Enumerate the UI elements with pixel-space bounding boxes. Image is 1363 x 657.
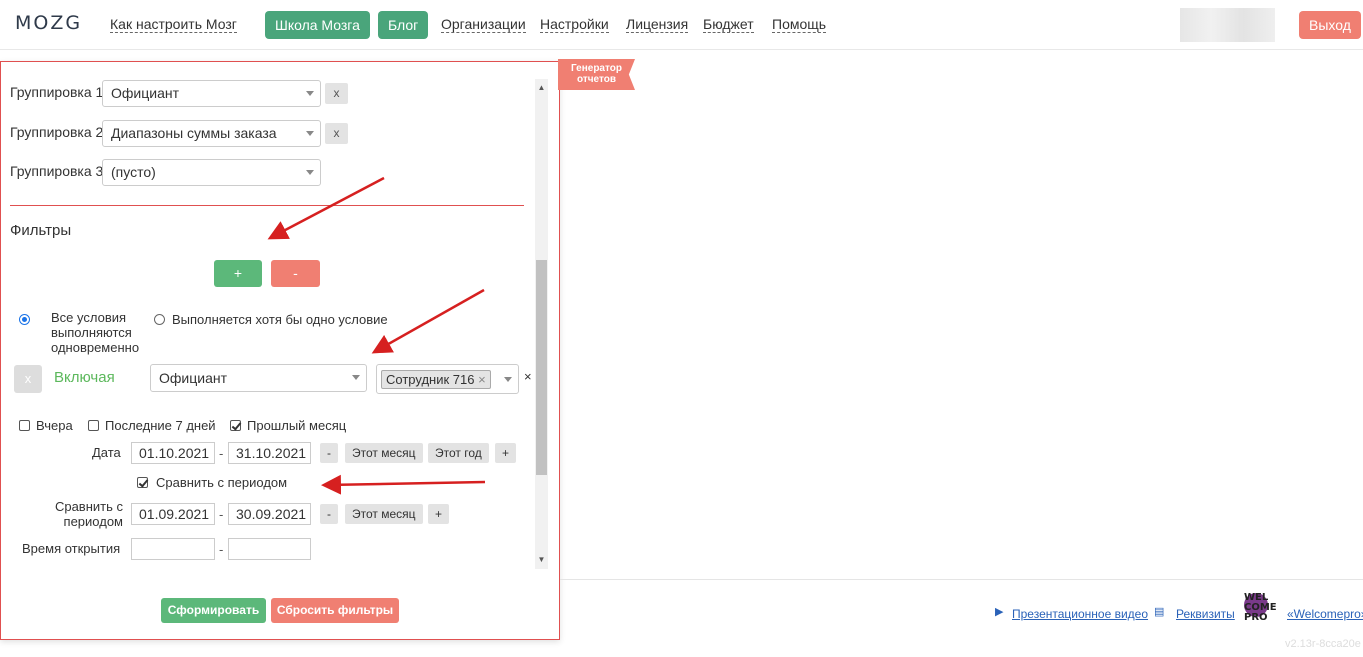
- chevron-down-icon: [352, 375, 360, 380]
- scroll-up-icon[interactable]: ▲: [535, 81, 548, 95]
- yesterday-checkbox[interactable]: [19, 420, 30, 431]
- open-time-separator: -: [219, 542, 224, 557]
- add-filter-button[interactable]: +: [214, 260, 262, 287]
- chevron-down-icon: [306, 131, 314, 136]
- report-generator-ribbon[interactable]: Генератор отчетов: [558, 59, 635, 90]
- filters-title: Фильтры: [10, 222, 72, 239]
- nav-how-to[interactable]: Как настроить Мозг: [110, 17, 237, 33]
- panel-scrollbar-thumb[interactable]: [536, 260, 547, 475]
- youtube-icon[interactable]: ▶: [995, 605, 1003, 618]
- footer-divider: [560, 579, 1363, 580]
- panel-scroll-area[interactable]: Группировка 1 Официант x Группировка 2 Д…: [1, 62, 549, 569]
- welcomepro-logo[interactable]: WEL COME PRO: [1244, 593, 1278, 635]
- reset-filters-button[interactable]: Сбросить фильтры: [271, 598, 399, 623]
- compare-this-month-button[interactable]: Этот месяц: [345, 504, 423, 524]
- chevron-down-icon: [504, 377, 512, 382]
- value-tag-label: Сотрудник 716: [386, 372, 475, 387]
- id-card-icon[interactable]: ▤: [1154, 605, 1164, 618]
- date-minus-button[interactable]: -: [320, 443, 338, 463]
- yesterday-label: Вчера: [36, 418, 73, 433]
- section-divider: [10, 205, 524, 206]
- grouping-3-label: Группировка 3: [10, 163, 104, 179]
- grouping-1-label: Группировка 1: [10, 84, 104, 100]
- grouping-1-remove-button[interactable]: x: [325, 83, 348, 104]
- condition-field-select[interactable]: Официант: [150, 364, 367, 392]
- nav-blog-button[interactable]: Блог: [378, 11, 429, 39]
- grouping-2-label: Группировка 2: [10, 124, 104, 140]
- date-to-input[interactable]: 31.10.2021: [228, 442, 311, 464]
- this-year-button[interactable]: Этот год: [428, 443, 489, 463]
- report-filter-panel: Группировка 1 Официант x Группировка 2 Д…: [0, 61, 560, 640]
- open-time-from-input[interactable]: [131, 538, 215, 560]
- compare-period-checkbox[interactable]: [137, 477, 148, 488]
- grouping-3-select[interactable]: (пусто): [102, 159, 321, 186]
- mode-any-radio[interactable]: [154, 314, 165, 325]
- grouping-1-value: Официант: [111, 85, 179, 101]
- mode-all-label: Все условия выполняются одновременно: [51, 310, 140, 355]
- last7-checkbox[interactable]: [88, 420, 99, 431]
- value-tag-remove[interactable]: ×: [478, 372, 486, 387]
- nav-license[interactable]: Лицензия: [626, 17, 689, 33]
- remove-filter-button[interactable]: -: [271, 260, 320, 287]
- grouping-2-remove-button[interactable]: x: [325, 123, 348, 144]
- compare-minus-button[interactable]: -: [320, 504, 338, 524]
- presentation-video-link[interactable]: Презентационное видео: [1012, 607, 1148, 621]
- compare-separator: -: [219, 507, 224, 522]
- compare-period-checkbox-label: Сравнить с периодом: [156, 475, 288, 490]
- compare-from-input[interactable]: 01.09.2021: [131, 503, 215, 525]
- last7-label: Последние 7 дней: [105, 418, 216, 433]
- last-month-checkbox[interactable]: [230, 420, 241, 431]
- grouping-3-value: (пусто): [111, 164, 156, 180]
- grouping-2-value: Диапазоны суммы заказа: [111, 125, 277, 141]
- this-month-button[interactable]: Этот месяц: [345, 443, 423, 463]
- version-label: v2.13r-8cca20e: [1285, 638, 1361, 650]
- condition-clear-icon[interactable]: ×: [524, 369, 532, 384]
- condition-include-toggle[interactable]: Включая: [54, 369, 115, 386]
- user-info-blurred[interactable]: [1180, 8, 1275, 42]
- chevron-down-icon: [306, 170, 314, 175]
- top-header: MOZG Как настроить Мозг Школа Мозга Блог…: [0, 0, 1363, 50]
- mode-any-label: Выполняется хотя бы одно условие: [172, 312, 388, 327]
- date-separator: -: [219, 446, 224, 461]
- nav-organizations[interactable]: Организации: [441, 17, 526, 33]
- open-time-label: Время открытия: [22, 541, 121, 556]
- grouping-2-select[interactable]: Диапазоны суммы заказа: [102, 120, 321, 147]
- condition-field-value: Официант: [159, 370, 227, 386]
- condition-remove-button[interactable]: x: [14, 365, 42, 393]
- grouping-1-select[interactable]: Официант: [102, 80, 321, 107]
- logout-button[interactable]: Выход: [1299, 11, 1361, 39]
- nav-budget[interactable]: Бюджет: [703, 17, 754, 33]
- open-time-to-input[interactable]: [228, 538, 311, 560]
- last-month-label: Прошлый месяц: [247, 418, 347, 433]
- mozg-logo[interactable]: MOZG: [15, 12, 82, 34]
- requisites-link[interactable]: Реквизиты: [1176, 607, 1235, 621]
- value-tag: Сотрудник 716 ×: [381, 370, 491, 389]
- date-plus-button[interactable]: +: [495, 443, 517, 463]
- compare-plus-button[interactable]: +: [428, 504, 450, 524]
- chevron-down-icon: [306, 91, 314, 96]
- welcomepro-link[interactable]: «Welcomepro»: [1287, 607, 1363, 621]
- nav-help[interactable]: Помощь: [772, 17, 827, 33]
- condition-values-select[interactable]: Сотрудник 716 ×: [376, 364, 519, 394]
- compare-label: Сравнить с периодом: [54, 499, 123, 529]
- generate-report-button[interactable]: Сформировать: [161, 598, 266, 623]
- nav-settings[interactable]: Настройки: [540, 17, 609, 33]
- mode-all-radio[interactable]: [19, 314, 30, 325]
- nav-school-button[interactable]: Школа Мозга: [265, 11, 370, 39]
- date-from-input[interactable]: 01.10.2021: [131, 442, 215, 464]
- scroll-down-icon[interactable]: ▼: [535, 553, 548, 567]
- compare-to-input[interactable]: 30.09.2021: [228, 503, 311, 525]
- date-label: Дата: [92, 445, 121, 460]
